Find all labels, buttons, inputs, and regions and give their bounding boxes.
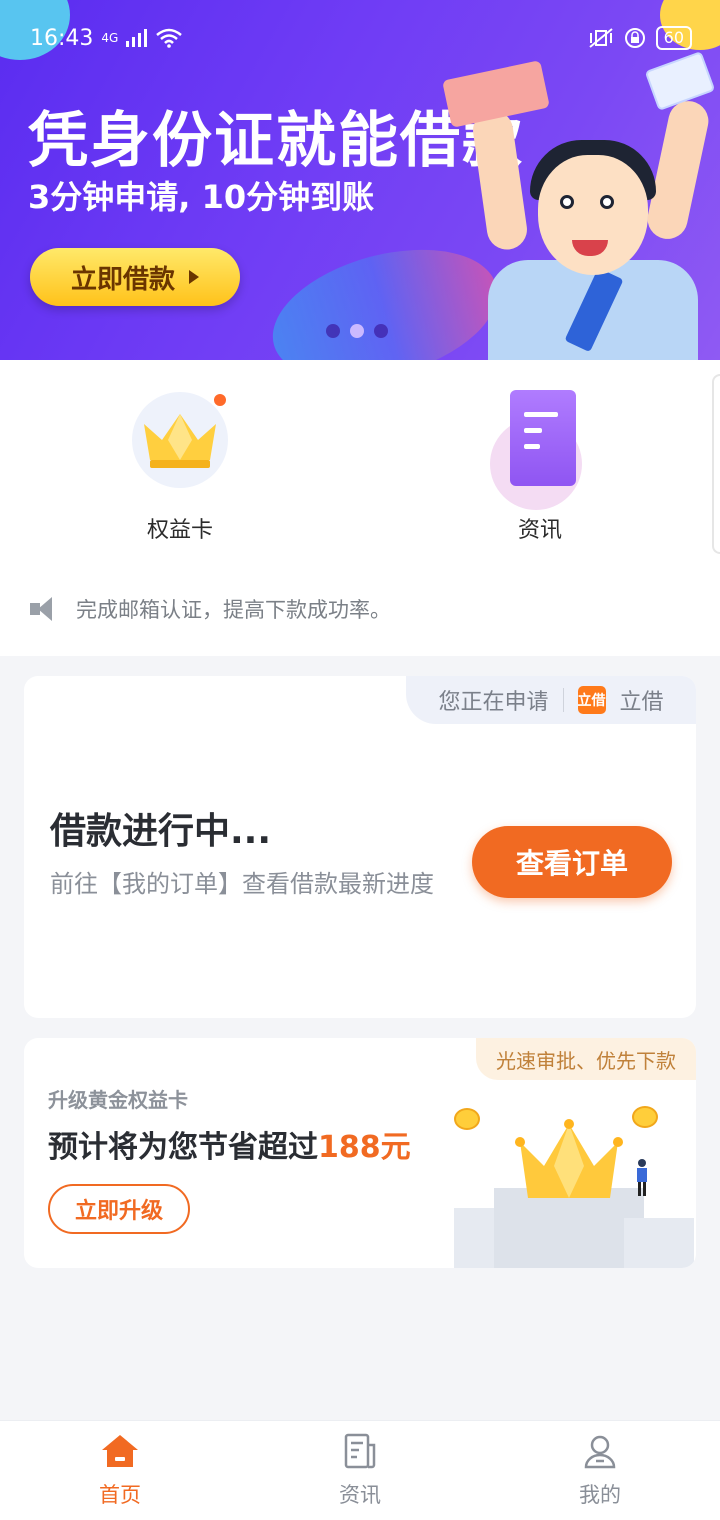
notice-text: 完成邮箱认证，提高下款成功率。 [76, 598, 391, 622]
coin-icon [632, 1106, 658, 1128]
banner-subline: 3分钟申请, 10分钟到账 [28, 178, 375, 216]
brand-name: 立借 [619, 690, 664, 715]
entry-rights-card[interactable]: 权益卡 [80, 390, 280, 544]
tab-home[interactable]: 首页 [0, 1421, 240, 1520]
carousel-dot-active [350, 324, 364, 338]
savings-prefix: 预计将为您节省超过 [48, 1130, 318, 1165]
entry-news[interactable]: 资讯 [440, 390, 640, 544]
network-label: 4G [101, 31, 119, 45]
order-status-title: 借款进行中... [50, 811, 272, 852]
notice-bar[interactable]: 完成邮箱认证，提高下款成功率。 [30, 594, 391, 624]
status-time: 16:43 [30, 25, 94, 51]
applying-label: 您正在申请 [438, 690, 549, 715]
home-icon [102, 1435, 138, 1467]
signal-icon [126, 29, 148, 47]
vibrate-icon [589, 28, 613, 48]
crown-icon [144, 414, 216, 468]
upgrade-tag: 光速审批、优先下款 [476, 1038, 696, 1080]
order-status-desc: 前往【我的订单】查看借款最新进度 [50, 870, 434, 898]
notification-dot [212, 392, 228, 408]
savings-text: 预计将为您节省超过188元 [48, 1122, 411, 1166]
carousel-indicator [326, 324, 388, 338]
promo-banner[interactable]: 16:43 4G 60 凭身份证就能借款 3分钟申请, 10分钟到账 立即借款 [0, 0, 720, 360]
play-arrow-icon [189, 270, 199, 284]
tab-label: 我的 [579, 1483, 621, 1507]
id-card-icon [644, 51, 716, 111]
entry-label: 权益卡 [146, 518, 213, 543]
bottom-tab-bar: 首页 资讯 我的 [0, 1420, 720, 1520]
crown-icon [515, 1119, 623, 1198]
loan-progress-card: 您正在申请 立借 立借 借款进行中... 前往【我的订单】查看借款最新进度 查看… [24, 676, 696, 1018]
cash-stack-icon [442, 60, 550, 128]
battery-indicator: 60 [655, 26, 692, 50]
wifi-icon [156, 28, 183, 48]
upgrade-subtitle: 升级黄金权益卡 [48, 1088, 188, 1112]
applying-tag: 您正在申请 立借 立借 [406, 676, 696, 724]
floating-tab-edge[interactable] [712, 374, 720, 554]
borrow-now-label: 立即借款 [70, 264, 175, 295]
lock-rotation-icon [624, 28, 645, 48]
speaker-icon [30, 597, 58, 621]
tab-profile[interactable]: 我的 [480, 1421, 720, 1520]
profile-icon [584, 1435, 616, 1469]
upgrade-now-button[interactable]: 立即升级 [48, 1184, 190, 1234]
gold-crown-illustration [454, 1088, 694, 1268]
news-icon [344, 1433, 376, 1469]
carousel-dot [374, 324, 388, 338]
status-bar: 16:43 4G 60 [30, 22, 692, 54]
tab-label: 资讯 [339, 1483, 381, 1507]
person-icon [637, 1159, 647, 1196]
coin-icon [454, 1108, 480, 1130]
quick-entries: 权益卡 资讯 完成邮箱认证，提高下款成功率。 [0, 360, 720, 656]
cheering-man-illustration [442, 51, 720, 360]
tab-label: 首页 [99, 1483, 141, 1507]
brand-logo: 立借 [577, 686, 606, 714]
carousel-dot [326, 324, 340, 338]
savings-amount: 188元 [318, 1130, 411, 1165]
entry-label: 资讯 [517, 518, 562, 543]
borrow-now-button[interactable]: 立即借款 [30, 248, 240, 306]
tab-news[interactable]: 资讯 [240, 1421, 480, 1520]
upgrade-card: 光速审批、优先下款 升级黄金权益卡 预计将为您节省超过188元 立即升级 [24, 1038, 696, 1268]
view-order-button[interactable]: 查看订单 [472, 826, 672, 898]
news-doc-icon [510, 390, 576, 486]
